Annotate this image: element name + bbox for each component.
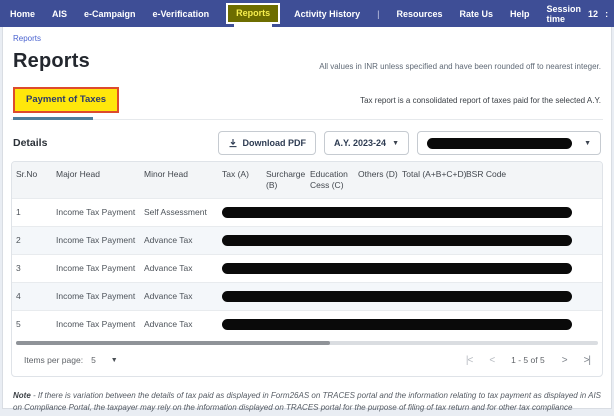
cell-srno: 5 [12, 310, 52, 338]
footnote-text: - If there is variation between the deta… [13, 391, 601, 416]
nav-item-home[interactable]: Home [10, 9, 35, 19]
values-rounding-note: All values in INR unless specified and h… [319, 62, 601, 73]
details-label: Details [13, 137, 47, 149]
cell-minor-head: Advance Tax [140, 226, 218, 254]
table-row: 1 Income Tax Payment Self Assessment [12, 198, 602, 226]
cell-major-head: Income Tax Payment [52, 198, 140, 226]
active-tab-underline [13, 117, 93, 120]
col-header-srno: Sr.No [12, 162, 52, 198]
redacted-entity-value [427, 138, 572, 149]
items-per-page-value[interactable]: 5 [91, 355, 96, 365]
cell-minor-head: Advance Tax [140, 282, 218, 310]
nav-item-e-campaign[interactable]: e-Campaign [84, 9, 136, 19]
nav-divider: | [377, 9, 379, 19]
assessment-year-select[interactable]: A.Y. 2023-24 ▼ [324, 131, 409, 155]
cell-major-head: Income Tax Payment [52, 282, 140, 310]
download-icon [228, 138, 238, 148]
nav-item-help[interactable]: Help [510, 9, 530, 19]
table-row: 2 Income Tax Payment Advance Tax [12, 226, 602, 254]
redaction-bar [222, 207, 572, 218]
cell-redacted-values [218, 198, 602, 226]
cell-srno: 2 [12, 226, 52, 254]
nav-item-rate-us[interactable]: Rate Us [460, 9, 494, 19]
redaction-bar [222, 319, 572, 330]
table-header-row: Sr.No Major Head Minor Head Tax (A) Surc… [12, 162, 602, 198]
content-panel: Reports Reports All values in INR unless… [2, 27, 612, 409]
cell-srno: 4 [12, 282, 52, 310]
caret-down-icon: ▼ [392, 140, 399, 147]
footnote-label: Note [13, 391, 31, 400]
col-header-major-head: Major Head [52, 162, 140, 198]
nav-item-reports-active[interactable]: Reports [226, 3, 280, 24]
page-range-label: 1 - 5 of 5 [511, 355, 545, 365]
cell-redacted-values [218, 282, 602, 310]
redaction-bar [222, 235, 572, 246]
nav-item-e-verification[interactable]: e-Verification [153, 9, 210, 19]
page-title: Reports [13, 50, 90, 73]
nav-item-activity-history[interactable]: Activity History [294, 9, 360, 19]
cell-major-head: Income Tax Payment [52, 254, 140, 282]
next-page-icon[interactable]: > [562, 355, 567, 366]
footnote: Note - If there is variation between the… [13, 390, 601, 416]
cell-redacted-values [218, 310, 602, 338]
caret-down-icon[interactable]: ▼ [111, 357, 118, 364]
cell-major-head: Income Tax Payment [52, 310, 140, 338]
breadcrumb[interactable]: Reports [13, 34, 603, 43]
col-header-bsr-code: BSR Code [462, 162, 602, 198]
redaction-bar [222, 291, 572, 302]
first-page-icon[interactable]: |< [466, 355, 472, 366]
table-row: 3 Income Tax Payment Advance Tax [12, 254, 602, 282]
session-colon: : [605, 9, 608, 19]
last-page-icon[interactable]: >| [584, 355, 590, 366]
cell-redacted-values [218, 254, 602, 282]
tab-payment-of-taxes[interactable]: Payment of Taxes [13, 87, 119, 113]
cell-redacted-values [218, 226, 602, 254]
cell-srno: 1 [12, 198, 52, 226]
horizontal-scrollbar[interactable] [16, 341, 598, 345]
cell-minor-head: Self Assessment [140, 198, 218, 226]
cell-major-head: Income Tax Payment [52, 226, 140, 254]
table-row: 5 Income Tax Payment Advance Tax [12, 310, 602, 338]
entity-select[interactable]: ▼ [417, 131, 601, 155]
session-minutes: 12 [588, 9, 598, 19]
horizontal-scrollbar-thumb[interactable] [16, 341, 330, 345]
prev-page-icon[interactable]: < [489, 355, 494, 366]
table-row: 4 Income Tax Payment Advance Tax [12, 282, 602, 310]
items-per-page-label: Items per page: [24, 355, 83, 365]
caret-down-icon: ▼ [584, 140, 591, 147]
col-header-total: Total (A+B+C+D) [398, 162, 462, 198]
redaction-bar [222, 263, 572, 274]
col-header-education-cess: Education Cess (C) [306, 162, 354, 198]
col-header-tax: Tax (A) [218, 162, 262, 198]
download-pdf-button[interactable]: Download PDF [218, 131, 317, 155]
pagination-bar: Items per page: 5 ▼ |< < 1 - 5 of 5 > >| [12, 347, 602, 376]
col-header-minor-head: Minor Head [140, 162, 218, 198]
download-pdf-label: Download PDF [243, 138, 307, 148]
session-timer: Session time 12 : 01 [547, 4, 614, 24]
nav-item-resources[interactable]: Resources [396, 9, 442, 19]
cell-srno: 3 [12, 254, 52, 282]
col-header-surcharge: Surcharge (B) [262, 162, 306, 198]
cell-minor-head: Advance Tax [140, 254, 218, 282]
assessment-year-value: A.Y. 2023-24 [334, 138, 386, 148]
payments-table-card: Sr.No Major Head Minor Head Tax (A) Surc… [11, 161, 603, 377]
payments-table: Sr.No Major Head Minor Head Tax (A) Surc… [12, 162, 602, 338]
tab-bar-divider [11, 117, 603, 120]
col-header-others: Others (D) [354, 162, 398, 198]
cell-minor-head: Advance Tax [140, 310, 218, 338]
tab-description-note: Tax report is a consolidated report of t… [360, 96, 601, 105]
nav-item-ais[interactable]: AIS [52, 9, 67, 19]
session-label: Session time [547, 4, 582, 24]
top-navbar: Home AIS e-Campaign e-Verification Repor… [0, 0, 614, 27]
